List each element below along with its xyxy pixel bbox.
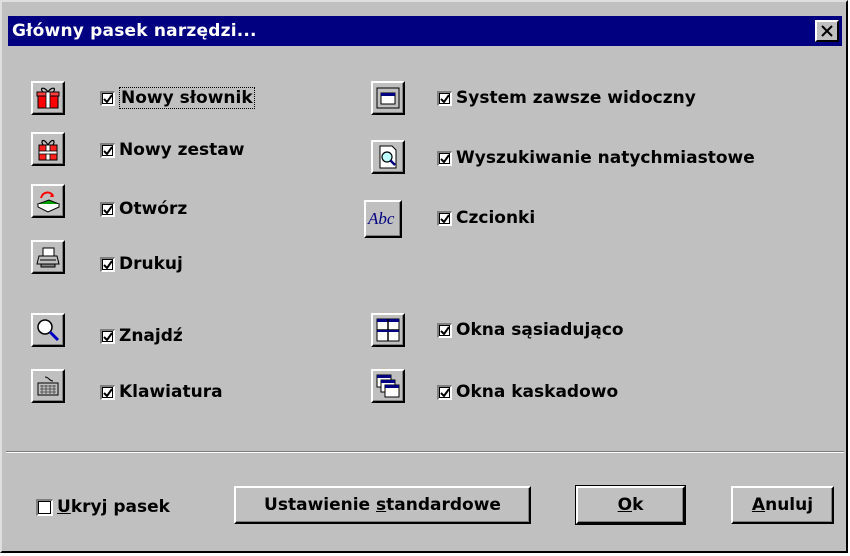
option-fonts[interactable]: Czcionki — [437, 207, 535, 229]
check-icon — [440, 325, 450, 336]
print-checkbox[interactable] — [100, 256, 115, 272]
option-tile-windows[interactable]: Okna sąsiadująco — [437, 319, 624, 341]
fonts-checkbox[interactable] — [437, 210, 452, 226]
new-set-label: Nowy zestaw — [119, 140, 245, 160]
gift-new-set-icon — [38, 139, 58, 161]
always-on-top-label: System zawsze widoczny — [456, 88, 696, 108]
tile-windows-icon — [376, 318, 400, 342]
separator-highlight — [6, 452, 844, 453]
fonts-abc-icon: Abc — [367, 209, 395, 228]
defaults-label-pre: Ustawienie — [264, 495, 377, 515]
option-find[interactable]: Znajdź — [100, 325, 183, 347]
check-icon — [440, 213, 450, 224]
keyboard-icon — [37, 376, 59, 396]
instant-search-label: Wyszukiwanie natychmiastowe — [456, 148, 755, 168]
open-book-icon — [36, 191, 61, 213]
new-set-toolbar-button[interactable] — [31, 132, 65, 166]
check-icon — [103, 204, 113, 215]
check-icon — [103, 331, 113, 342]
option-open[interactable]: Otwórz — [100, 198, 187, 220]
title-bar[interactable]: Główny pasek narzędzi... — [8, 16, 842, 46]
option-instant-search[interactable]: Wyszukiwanie natychmiastowe — [437, 147, 755, 169]
fonts-toolbar-button[interactable]: Abc — [364, 200, 402, 238]
cascade-windows-toolbar-button[interactable] — [371, 369, 405, 403]
check-icon — [103, 93, 113, 104]
printer-icon — [36, 247, 60, 268]
new-dictionary-label: Nowy słownik — [119, 87, 255, 109]
defaults-label-post: tandardowe — [386, 495, 501, 515]
defaults-accel: s — [376, 495, 387, 515]
tile-windows-toolbar-button[interactable] — [371, 313, 405, 347]
check-icon — [440, 387, 450, 398]
ok-label-rest: k — [632, 495, 644, 515]
option-always-on-top[interactable]: System zawsze widoczny — [437, 87, 696, 109]
find-toolbar-button[interactable] — [31, 313, 65, 347]
tile-windows-label: Okna sąsiadująco — [456, 320, 624, 340]
document-search-icon — [379, 145, 397, 169]
cancel-accel: A — [751, 495, 766, 515]
keyboard-checkbox[interactable] — [100, 384, 115, 400]
open-label: Otwórz — [119, 199, 188, 219]
instant-search-toolbar-button[interactable] — [371, 140, 405, 174]
check-icon — [103, 145, 113, 156]
tile-windows-checkbox[interactable] — [437, 322, 452, 338]
option-hide-bar[interactable]: Ukryj pasek — [36, 496, 170, 518]
new-set-checkbox[interactable] — [100, 142, 115, 158]
cascade-windows-label: Okna kaskadowo — [456, 382, 619, 402]
gift-new-dictionary-icon — [36, 87, 60, 109]
window-title: Główny pasek narzędzi... — [12, 21, 257, 41]
open-toolbar-button[interactable] — [31, 184, 65, 218]
cancel-button[interactable]: Anuluj — [731, 486, 834, 524]
check-icon — [440, 93, 450, 104]
keyboard-toolbar-button[interactable] — [31, 369, 65, 403]
dialog-window: Główny pasek narzędzi... Nowy słownik No… — [0, 0, 848, 553]
hide-bar-accel: U — [57, 497, 71, 517]
option-print[interactable]: Drukuj — [100, 253, 183, 275]
cancel-label-rest: nuluj — [765, 495, 814, 515]
print-label: Drukuj — [119, 254, 183, 274]
check-icon — [103, 259, 113, 270]
option-cascade-windows[interactable]: Okna kaskadowo — [437, 381, 618, 403]
hide-bar-checkbox[interactable] — [36, 498, 53, 516]
new-dictionary-checkbox[interactable] — [100, 90, 115, 106]
window-on-top-icon — [376, 87, 400, 109]
print-toolbar-button[interactable] — [31, 240, 65, 274]
ok-accel: O — [617, 495, 633, 515]
option-keyboard[interactable]: Klawiatura — [100, 381, 223, 403]
magnifier-icon — [37, 319, 60, 342]
check-icon — [440, 153, 450, 164]
always-on-top-checkbox[interactable] — [437, 90, 452, 106]
option-new-dictionary[interactable]: Nowy słownik — [100, 87, 255, 109]
cascade-windows-icon — [376, 374, 400, 398]
hide-bar-label-rest: kryj pasek — [70, 497, 170, 517]
close-button[interactable] — [815, 20, 839, 42]
close-icon — [821, 25, 833, 37]
option-new-set[interactable]: Nowy zestaw — [100, 139, 244, 161]
instant-search-checkbox[interactable] — [437, 150, 452, 166]
new-dictionary-toolbar-button[interactable] — [31, 81, 65, 115]
ok-button[interactable]: Ok — [575, 485, 686, 525]
check-icon — [103, 387, 113, 398]
hide-bar-label: Ukryj pasek — [57, 497, 170, 517]
always-on-top-toolbar-button[interactable] — [371, 81, 405, 115]
keyboard-label: Klawiatura — [119, 382, 223, 402]
svg-text:Abc: Abc — [367, 209, 395, 228]
fonts-label: Czcionki — [456, 208, 536, 228]
cascade-windows-checkbox[interactable] — [437, 384, 452, 400]
open-checkbox[interactable] — [100, 201, 115, 217]
find-label: Znajdź — [119, 326, 183, 346]
defaults-button[interactable]: Ustawienie s tandardowe — [234, 486, 531, 524]
find-checkbox[interactable] — [100, 328, 115, 344]
